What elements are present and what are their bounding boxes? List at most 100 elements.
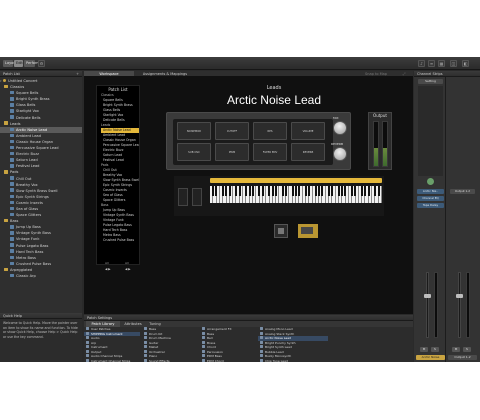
black-key[interactable]: [377, 186, 380, 196]
black-key[interactable]: [364, 186, 367, 196]
black-key[interactable]: [245, 186, 248, 196]
reverb-knob[interactable]: [333, 147, 347, 161]
patch-name: Hard Tech Bass: [16, 249, 44, 254]
black-key[interactable]: [274, 186, 277, 196]
library-icon[interactable]: ◫: [450, 60, 457, 67]
set-name-display: Leads: [266, 85, 282, 91]
mod-wheel[interactable]: [192, 188, 202, 206]
smart-control-tile[interactable]: NOISEMOD: [177, 122, 211, 140]
smart-control-tile[interactable]: RES: [253, 122, 287, 140]
black-key[interactable]: [222, 186, 225, 196]
strip-1-fader-cap[interactable]: [424, 294, 431, 298]
strip-1-fader[interactable]: [426, 272, 429, 338]
sustain-pedal[interactable]: [274, 224, 288, 238]
black-key[interactable]: [271, 186, 274, 196]
black-key[interactable]: [298, 186, 301, 196]
black-key[interactable]: [344, 186, 347, 196]
black-key[interactable]: [360, 186, 363, 196]
channel-strip-2: Output 1-2 M S Output 1-2: [447, 77, 478, 362]
library-item[interactable]: Chip Tune Lead: [258, 359, 328, 362]
patch-icon: [10, 103, 14, 107]
black-key[interactable]: [291, 186, 294, 196]
black-key[interactable]: [294, 186, 297, 196]
library-item-icon: [144, 358, 147, 362]
library-item[interactable]: EDM Chord: [200, 359, 256, 362]
mode-perform-button[interactable]: Perform: [24, 60, 40, 67]
strip-1-send-2[interactable]: Tape Delay: [417, 203, 444, 208]
bell-icon[interactable]: ♪: [418, 60, 425, 67]
black-key[interactable]: [281, 186, 284, 196]
library-item[interactable]: Instrument Channel Strips: [84, 359, 140, 362]
smart-control-tile[interactable]: VOLUME: [291, 122, 325, 140]
black-key[interactable]: [308, 186, 311, 196]
black-key[interactable]: [258, 186, 261, 196]
library-item[interactable]: Sound Effects: [142, 358, 198, 362]
list-icon[interactable]: ≡: [428, 60, 435, 67]
black-key[interactable]: [261, 186, 264, 196]
black-key[interactable]: [351, 186, 354, 196]
library-item-icon: [260, 327, 263, 331]
black-key[interactable]: [374, 186, 377, 196]
set-name: Arpeggiated: [10, 267, 33, 272]
black-key[interactable]: [284, 186, 287, 196]
keyboard[interactable]: [210, 186, 382, 203]
patch-item[interactable]: Classic Arp: [0, 273, 82, 279]
mix-knob[interactable]: [333, 121, 347, 135]
black-key[interactable]: [251, 186, 254, 196]
black-key[interactable]: [215, 186, 218, 196]
black-key[interactable]: [321, 186, 324, 196]
workspace-patch-item[interactable]: Crushed Pulse Bass: [101, 238, 139, 243]
smart-control-tile[interactable]: FILTER ENV: [253, 143, 287, 161]
strip-1-eq[interactable]: [418, 86, 443, 176]
smart-control-tile[interactable]: REVERB: [291, 143, 325, 161]
black-key[interactable]: [212, 186, 215, 196]
mode-layout-button[interactable]: Layout: [3, 60, 17, 67]
patch-name: Vintage Synth Bass: [16, 231, 51, 236]
strip-1-setting-button[interactable]: Setting: [418, 79, 443, 84]
smart-control-tile[interactable]: SUB OSC: [177, 143, 211, 161]
black-key[interactable]: [337, 186, 340, 196]
black-key[interactable]: [314, 186, 317, 196]
black-key[interactable]: [317, 186, 320, 196]
black-key[interactable]: [367, 186, 370, 196]
library-item-label: Instrument: [91, 345, 108, 349]
strip-2-solo[interactable]: S: [463, 347, 471, 352]
grid-icon[interactable]: ▦: [438, 60, 445, 67]
black-key[interactable]: [268, 186, 271, 196]
patch-name: Bright Synth Brass: [16, 97, 50, 102]
mode-edit-button[interactable]: Edit: [14, 60, 23, 67]
black-key[interactable]: [248, 186, 251, 196]
expression-pedal[interactable]: [298, 224, 318, 238]
black-key[interactable]: [341, 186, 344, 196]
black-key[interactable]: [228, 186, 231, 196]
strip-1-solo[interactable]: S: [431, 347, 439, 352]
strip-2-output[interactable]: Output 1-2: [450, 189, 475, 194]
pitch-bend-wheel[interactable]: [178, 188, 188, 206]
strip-2-fader-cap[interactable]: [456, 294, 463, 298]
black-key[interactable]: [354, 186, 357, 196]
black-key[interactable]: [327, 186, 330, 196]
strip-2-fader[interactable]: [458, 272, 461, 338]
black-key[interactable]: [331, 186, 334, 196]
strip-1-mute[interactable]: M: [420, 347, 428, 352]
inspector-icon[interactable]: ◧: [462, 60, 469, 67]
black-key[interactable]: [235, 186, 238, 196]
smart-control-tile[interactable]: CUTOFF: [215, 122, 249, 140]
right-arrow-icon[interactable]: ◀ ▶: [125, 267, 131, 271]
strip-1-send-1[interactable]: Channel EQ: [417, 196, 444, 201]
reverb-knob-label: REVERB: [331, 142, 344, 146]
workspace-patch-list-title: Patch List: [108, 87, 128, 92]
library-item-label: Mallet: [149, 345, 159, 349]
patch-icon: [10, 176, 14, 180]
strip-2-fader-area: [452, 272, 472, 342]
strip-2-mute[interactable]: M: [452, 347, 460, 352]
left-arrow-icon[interactable]: ◀ ▶: [105, 267, 111, 271]
patch-name: Festival Lead: [16, 164, 40, 169]
strip-1-input[interactable]: Arctic Noi..: [417, 189, 444, 194]
black-key[interactable]: [225, 186, 228, 196]
black-key[interactable]: [304, 186, 307, 196]
gear-icon[interactable]: ⚙: [38, 60, 45, 67]
black-key[interactable]: [238, 186, 241, 196]
strip-1-icon: [426, 177, 435, 186]
smart-control-tile[interactable]: PWM: [215, 143, 249, 161]
